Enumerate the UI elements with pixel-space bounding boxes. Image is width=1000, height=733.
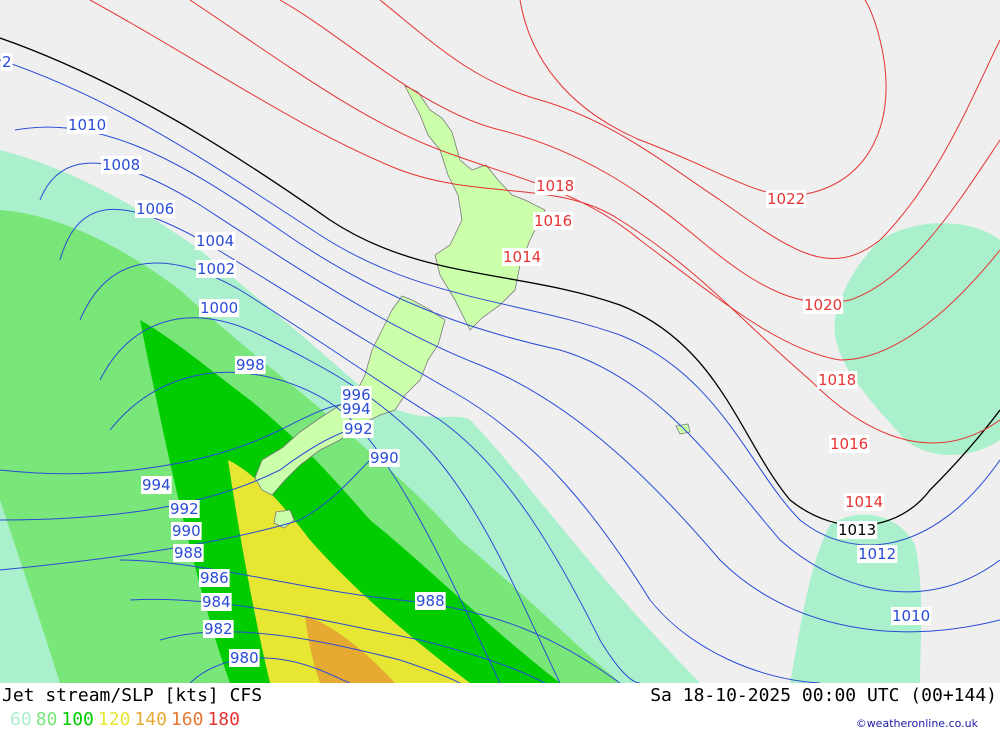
isobar-label: 1000	[200, 299, 238, 317]
isobar-label: 1012	[858, 545, 896, 563]
isobar-label: 988	[416, 592, 445, 610]
isobar-label: 1018	[536, 177, 574, 195]
isobar-label: 2	[2, 53, 12, 71]
isobar-label: 980	[230, 649, 259, 667]
isobar-label: 1022	[767, 190, 805, 208]
valid-time: Sa 18-10-2025 00:00 UTC (00+144)	[650, 685, 997, 706]
isobar-label: 992	[170, 500, 199, 518]
legend-item-140kt: 140	[134, 709, 167, 730]
isobar-label: 984	[202, 593, 231, 611]
isobar-label: 998	[236, 356, 265, 374]
isobar-label: 1014	[503, 248, 541, 266]
map-title: Jet stream/SLP [kts] CFS	[2, 685, 263, 706]
weather-map: 2 1010 1008 1006 1004 1002 1000 998 996 …	[0, 0, 1000, 683]
legend-item-100kt: 100	[61, 709, 94, 730]
isobar-label: 1010	[892, 607, 930, 625]
isobar-label: 990	[172, 522, 201, 540]
isobar-label: 994	[142, 476, 171, 494]
isobar-label: 1018	[818, 371, 856, 389]
isobar-label: 994	[342, 400, 371, 418]
isobar-label: 1016	[830, 435, 868, 453]
label-group-black: 1013	[837, 521, 878, 539]
legend-item-120kt: 120	[97, 709, 131, 730]
isobar-label: 1002	[197, 260, 235, 278]
isobar-label: 988	[174, 544, 203, 562]
isobar-label: 986	[200, 569, 229, 587]
isobar-label: 992	[344, 420, 373, 438]
isobar-label: 1014	[845, 493, 883, 511]
wind-speed-legend: 60 80 100 120 140 160 180	[10, 709, 244, 730]
legend-item-60kt: 60	[10, 709, 32, 730]
isobar-label: 982	[204, 620, 233, 638]
isobar-label: 1013	[838, 521, 876, 539]
isobar-label: 990	[370, 449, 399, 467]
legend-item-80kt: 80	[35, 709, 58, 730]
isobar-label: 1010	[68, 116, 106, 134]
credit-link[interactable]: ©weatheronline.co.uk	[856, 717, 978, 730]
isobar-label: 1020	[804, 296, 842, 314]
isobar-label: 1016	[534, 212, 572, 230]
isobar-label: 1004	[196, 232, 234, 250]
legend-item-160kt: 160	[170, 709, 204, 730]
isobar-label: 1006	[136, 200, 174, 218]
map-footer: Jet stream/SLP [kts] CFS Sa 18-10-2025 0…	[0, 683, 1000, 733]
isobar-label: 1008	[102, 156, 140, 174]
legend-item-180kt: 180	[207, 709, 240, 730]
